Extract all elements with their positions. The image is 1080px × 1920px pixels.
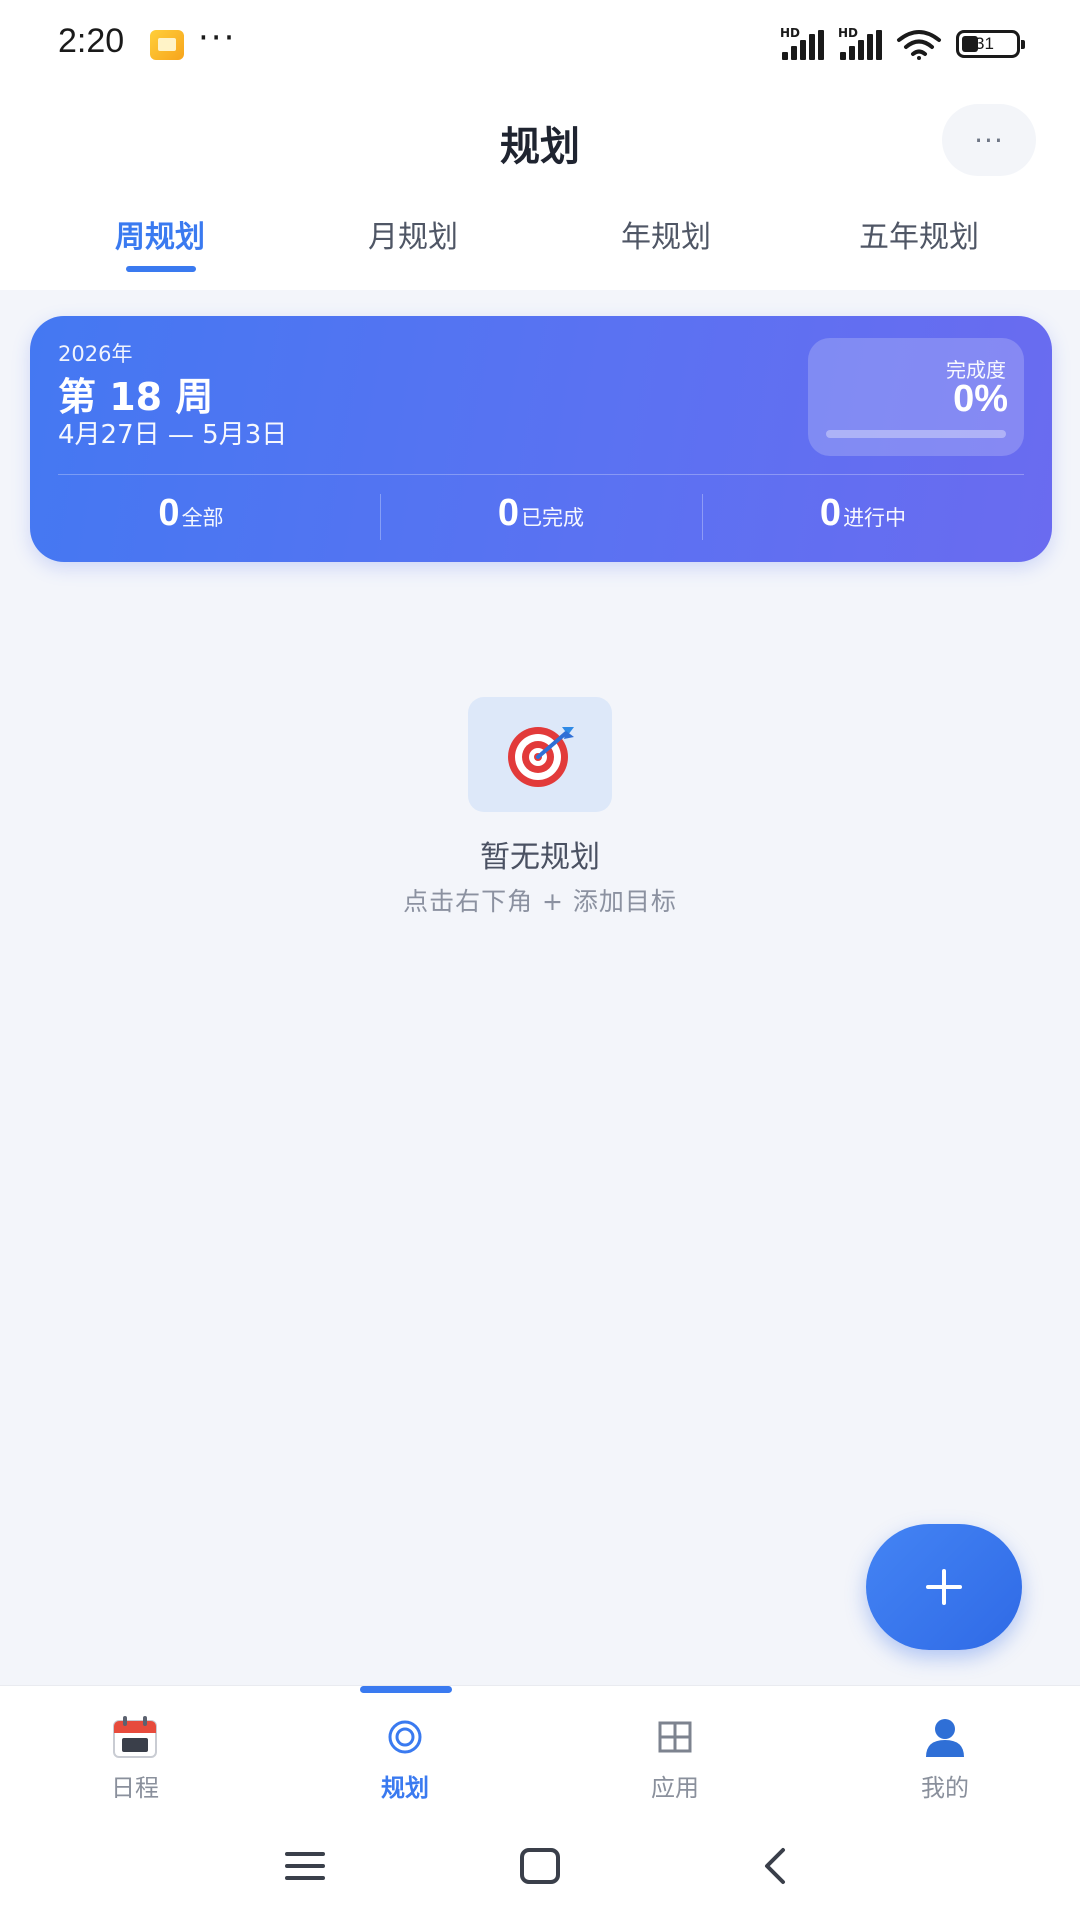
bottom-nav: 日程 规划 应用 我的 bbox=[0, 1686, 1080, 1816]
empty-state-icon-box bbox=[468, 697, 612, 812]
stat-label: 已完成 bbox=[521, 506, 585, 530]
nav-active-indicator bbox=[360, 1686, 452, 1693]
completion-box: 完成度 0% bbox=[808, 338, 1024, 456]
signal-hd-label-2: HD bbox=[838, 26, 859, 40]
signal-hd-label: HD bbox=[780, 26, 801, 40]
tab-label: 年规划 bbox=[621, 220, 711, 255]
user-icon bbox=[926, 1719, 964, 1757]
tab-year-plan[interactable]: 年规划 bbox=[546, 212, 786, 256]
completion-value: 0% bbox=[953, 378, 1008, 420]
completion-progress-bar bbox=[826, 430, 1006, 438]
gallery-app-icon bbox=[150, 30, 184, 60]
status-bar: 2:20 ··· HD HD 31 bbox=[0, 0, 1080, 90]
card-year: 2026年 bbox=[58, 342, 133, 366]
nav-item-apps[interactable]: 应用 bbox=[575, 1714, 775, 1803]
nav-label: 日程 bbox=[111, 1774, 159, 1802]
status-time: 2:20 bbox=[58, 22, 125, 60]
back-icon[interactable] bbox=[745, 1838, 805, 1894]
stat-in-progress[interactable]: 0 进行中 bbox=[702, 492, 1024, 535]
empty-state-title: 暂无规划 bbox=[480, 840, 600, 875]
stat-label: 进行中 bbox=[843, 506, 907, 530]
plus-icon bbox=[926, 1569, 962, 1605]
tab-month-plan[interactable]: 月规划 bbox=[293, 212, 533, 256]
home-icon[interactable] bbox=[510, 1838, 570, 1894]
stat-count: 0 bbox=[497, 492, 520, 534]
status-more-icon: ··· bbox=[198, 18, 237, 58]
battery-icon: 31 bbox=[956, 30, 1025, 58]
calendar-icon bbox=[113, 1716, 157, 1758]
stat-label: 全部 bbox=[181, 506, 224, 530]
tab-label: 月规划 bbox=[368, 220, 458, 255]
nav-item-me[interactable]: 我的 bbox=[845, 1714, 1045, 1803]
nav-label: 规划 bbox=[381, 1774, 429, 1802]
tab-label: 周规划 bbox=[115, 220, 205, 255]
battery-level: 31 bbox=[975, 34, 994, 53]
cellular-signal-icon-2: HD bbox=[838, 26, 888, 60]
menu-icon[interactable] bbox=[275, 1838, 335, 1894]
tab-week-plan[interactable]: 周规划 bbox=[40, 212, 280, 256]
tab-indicator bbox=[126, 266, 196, 272]
target-outline-icon bbox=[388, 1720, 422, 1754]
card-date-range: 4月27日 — 5月3日 bbox=[58, 420, 288, 450]
more-options-button[interactable]: ··· bbox=[942, 104, 1036, 176]
wifi-icon bbox=[897, 30, 941, 60]
grid-icon bbox=[658, 1721, 692, 1753]
header: 规划 ··· 周规划 月规划 年规划 五年规划 bbox=[0, 90, 1080, 290]
nav-item-plan[interactable]: 规划 bbox=[305, 1714, 505, 1803]
card-divider bbox=[58, 474, 1024, 475]
add-goal-button[interactable] bbox=[866, 1524, 1022, 1650]
week-summary-card[interactable]: 2026年 第 18 周 4月27日 — 5月3日 完成度 0% 0 全部 0 … bbox=[30, 316, 1052, 562]
stat-count: 0 bbox=[158, 492, 180, 534]
system-nav-bar bbox=[0, 1816, 1080, 1920]
more-icon: ··· bbox=[974, 123, 1004, 157]
stat-completed[interactable]: 0 已完成 bbox=[380, 492, 702, 535]
tab-label: 五年规划 bbox=[859, 220, 979, 255]
card-week-number: 第 18 周 bbox=[58, 375, 214, 419]
tab-five-year-plan[interactable]: 五年规划 bbox=[799, 212, 1039, 256]
page-title: 规划 bbox=[500, 124, 580, 170]
nav-item-schedule[interactable]: 日程 bbox=[35, 1714, 235, 1803]
stat-all[interactable]: 0 全部 bbox=[30, 492, 352, 535]
cellular-signal-icon: HD bbox=[780, 26, 830, 60]
nav-label: 我的 bbox=[921, 1774, 969, 1802]
stat-count: 0 bbox=[819, 492, 842, 534]
target-icon bbox=[508, 727, 574, 787]
nav-label: 应用 bbox=[651, 1774, 699, 1802]
empty-state-hint: 点击右下角 + 添加目标 bbox=[403, 887, 677, 916]
